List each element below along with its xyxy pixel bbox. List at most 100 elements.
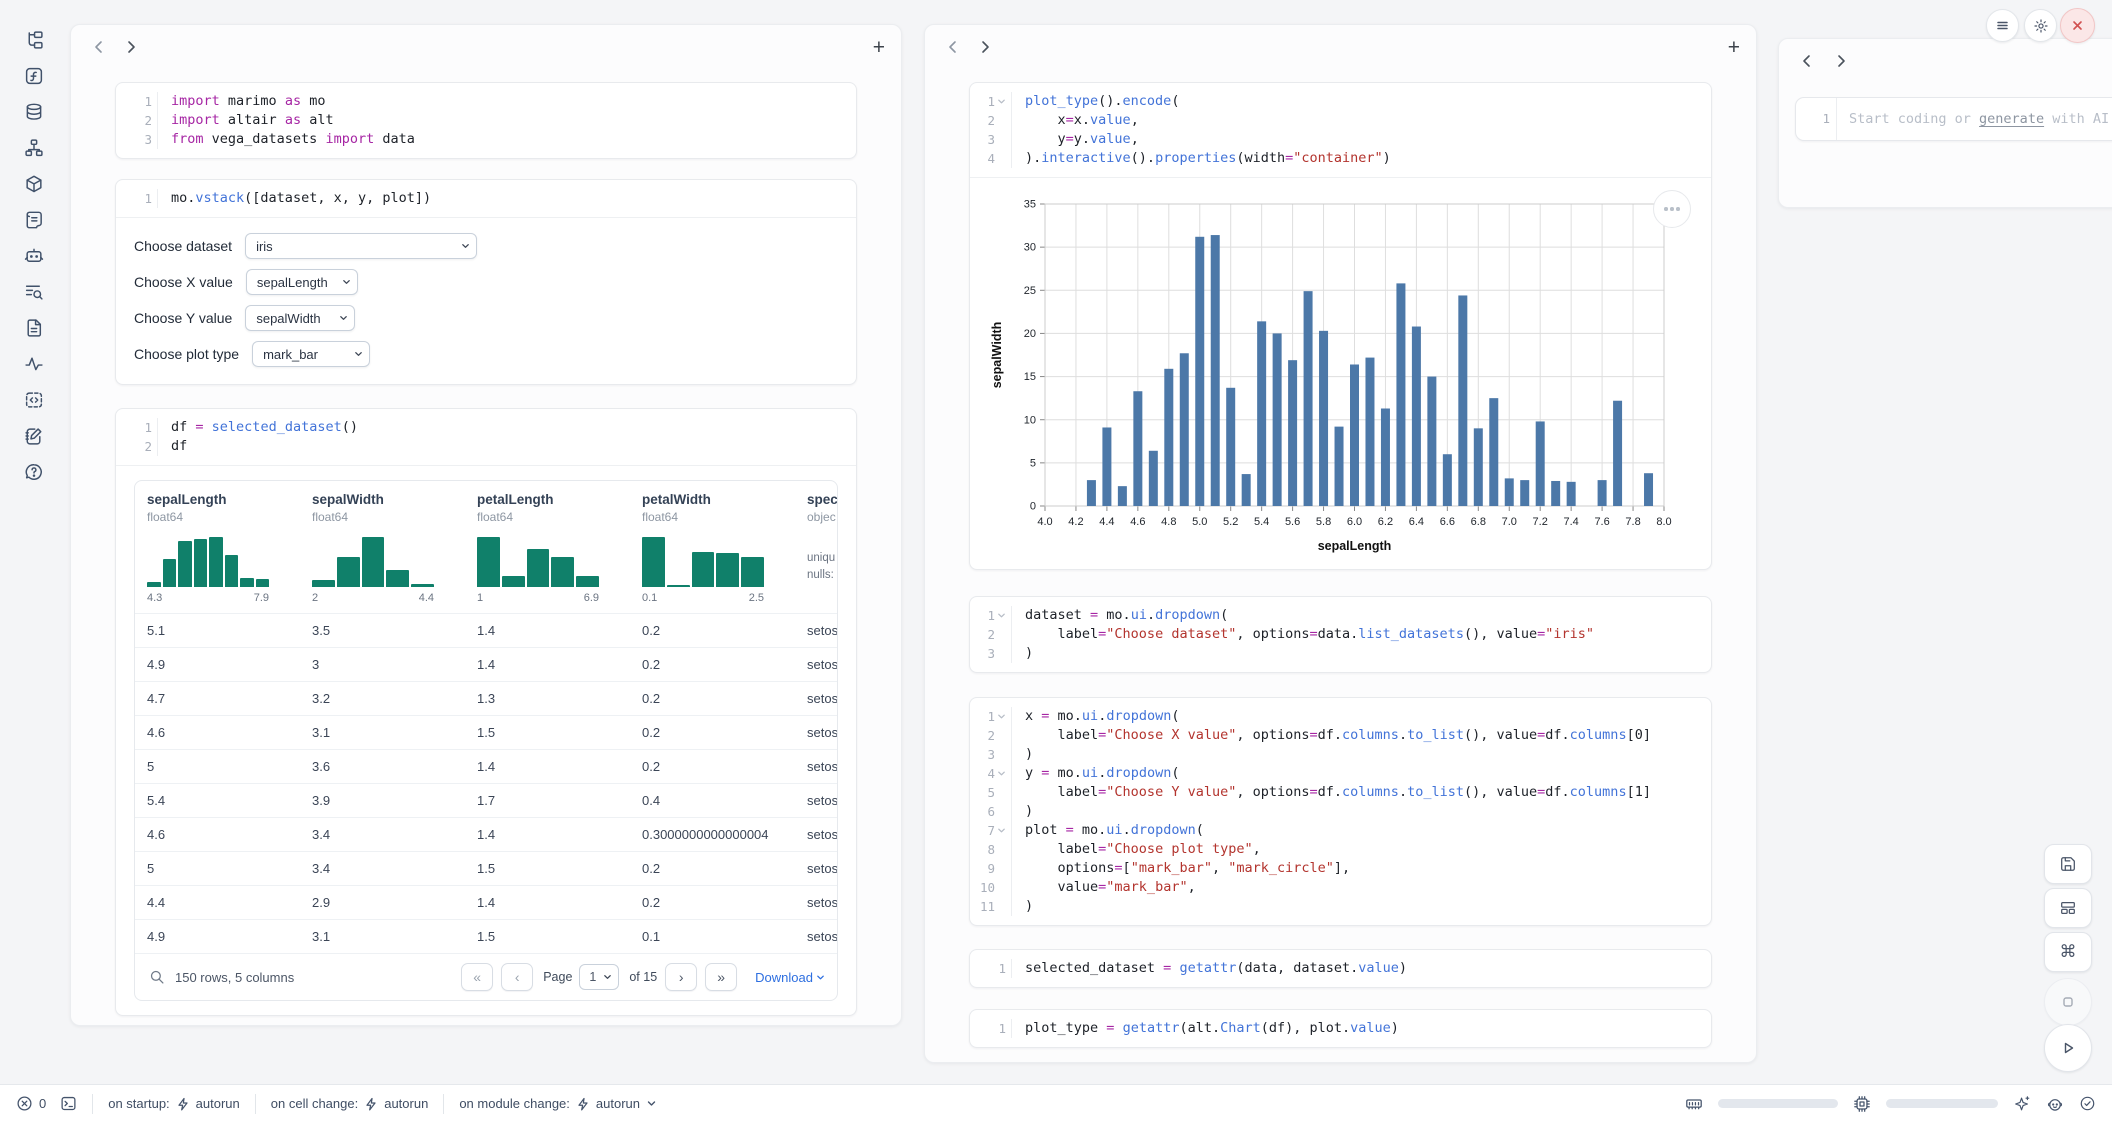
- text-search-icon[interactable]: [24, 282, 44, 302]
- code-cell-selected-dataset[interactable]: 1selected_dataset = getattr(data, datase…: [969, 949, 1712, 988]
- code-cell-vstack[interactable]: 1mo.vstack([dataset, x, y, plot]) Choose…: [115, 179, 857, 385]
- connection-check-icon[interactable]: [2079, 1095, 2096, 1112]
- menu-button[interactable]: [1986, 9, 2019, 42]
- code-line[interactable]: 3 y=y.value,: [970, 130, 1711, 149]
- code-line[interactable]: 7plot = mo.ui.dropdown(: [970, 821, 1711, 840]
- run-button[interactable]: [2044, 1024, 2092, 1072]
- scratchpad-notebook-icon[interactable]: [24, 426, 44, 446]
- layout-button[interactable]: [2044, 888, 2092, 928]
- on-startup-setting[interactable]: on startup: autorun: [108, 1096, 240, 1111]
- column-histogram[interactable]: [642, 535, 764, 587]
- code-line[interactable]: 1import marimo as mo: [116, 92, 856, 111]
- chevron-left-icon[interactable]: [87, 35, 111, 59]
- code-line[interactable]: 10 value="mark_bar",: [970, 878, 1711, 897]
- code-line[interactable]: 2 label="Choose X value", options=df.col…: [970, 726, 1711, 745]
- documentation-icon[interactable]: [24, 318, 44, 338]
- dropdown-select[interactable]: sepalWidth: [245, 305, 355, 331]
- on-module-change-setting[interactable]: on module change: autorun: [459, 1096, 657, 1111]
- code-cell-dataset-dropdown[interactable]: 1dataset = mo.ui.dropdown(2 label="Choos…: [969, 596, 1712, 673]
- on-cell-change-setting[interactable]: on cell change: autorun: [271, 1096, 429, 1111]
- chat-bot-icon[interactable]: [24, 246, 44, 266]
- code-line[interactable]: 4y = mo.ui.dropdown(: [970, 764, 1711, 783]
- download-button[interactable]: Download: [755, 970, 825, 985]
- database-icon[interactable]: [24, 102, 44, 122]
- chevron-left-icon[interactable]: [941, 35, 965, 59]
- table-row[interactable]: 53.61.40.2setos: [135, 749, 837, 783]
- code-line[interactable]: 9 options=["mark_bar", "mark_circle"],: [970, 859, 1711, 878]
- table-row[interactable]: 4.63.41.40.3000000000000004setos: [135, 817, 837, 851]
- column-name[interactable]: sepalWidth: [312, 492, 453, 507]
- ai-sparkles-icon[interactable]: [2013, 1095, 2031, 1113]
- code-line[interactable]: 2 label="Choose dataset", options=data.l…: [970, 625, 1711, 644]
- save-button[interactable]: [2044, 844, 2092, 884]
- column-histogram[interactable]: [147, 535, 269, 587]
- code-cell-imports[interactable]: 1import marimo as mo2import altair as al…: [115, 82, 857, 159]
- code-line[interactable]: 2 x=x.value,: [970, 111, 1711, 130]
- add-cell-button[interactable]: +: [1728, 37, 1740, 58]
- code-line[interactable]: 2import altair as alt: [116, 111, 856, 130]
- code-line[interactable]: 8 label="Choose plot type",: [970, 840, 1711, 859]
- table-row[interactable]: 4.931.40.2setos: [135, 647, 837, 681]
- table-row[interactable]: 53.41.50.2setos: [135, 851, 837, 885]
- code-line[interactable]: 3): [970, 745, 1711, 764]
- dependency-graph-icon[interactable]: [24, 138, 44, 158]
- code-line[interactable]: 1df = selected_dataset(): [116, 418, 856, 437]
- table-row[interactable]: 4.73.21.30.2setos: [135, 681, 837, 715]
- dropdown-select[interactable]: mark_bar: [252, 341, 370, 367]
- settings-gear-button[interactable]: [2024, 9, 2057, 42]
- table-row[interactable]: 5.13.51.40.2setos: [135, 613, 837, 647]
- table-row[interactable]: 4.63.11.50.2setos: [135, 715, 837, 749]
- code-cell-dataframe[interactable]: 1df = selected_dataset()2df sepalLengthf…: [115, 408, 857, 1016]
- prev-page-button[interactable]: ‹: [501, 963, 533, 991]
- cpu-usage-bar[interactable]: [1886, 1099, 1998, 1108]
- code-line[interactable]: 6): [970, 802, 1711, 821]
- logs-scroll-icon[interactable]: [24, 210, 44, 230]
- empty-code-cell[interactable]: 1 Start coding or generate with AI: [1795, 97, 2112, 141]
- table-row[interactable]: 4.93.11.50.1setos: [135, 919, 837, 953]
- help-icon[interactable]: [24, 462, 44, 482]
- code-line[interactable]: 1plot_type().encode(: [970, 92, 1711, 111]
- code-line[interactable]: 1plot_type = getattr(alt.Chart(df), plot…: [970, 1019, 1711, 1038]
- chevron-left-icon[interactable]: [1795, 49, 1819, 73]
- code-line[interactable]: 1selected_dataset = getattr(data, datase…: [970, 959, 1711, 978]
- chevron-right-icon[interactable]: [973, 35, 997, 59]
- memory-usage-bar[interactable]: [1718, 1099, 1838, 1108]
- code-line[interactable]: 11): [970, 897, 1711, 916]
- tracing-activity-icon[interactable]: [24, 354, 44, 374]
- column-histogram[interactable]: [477, 535, 599, 587]
- add-cell-button[interactable]: +: [873, 37, 885, 58]
- function-square-icon[interactable]: [24, 66, 44, 86]
- column-histogram[interactable]: [312, 535, 434, 587]
- page-select[interactable]: 1: [579, 964, 619, 990]
- file-tree-icon[interactable]: [24, 30, 44, 50]
- package-icon[interactable]: [24, 174, 44, 194]
- table-row[interactable]: 4.42.91.40.2setos: [135, 885, 837, 919]
- code-line[interactable]: 1dataset = mo.ui.dropdown(: [970, 606, 1711, 625]
- code-line[interactable]: 3): [970, 644, 1711, 663]
- code-cell-plot-type[interactable]: 1plot_type = getattr(alt.Chart(df), plot…: [969, 1009, 1712, 1048]
- next-page-button[interactable]: ›: [665, 963, 697, 991]
- search-icon[interactable]: [149, 969, 165, 985]
- last-page-button[interactable]: »: [705, 963, 737, 991]
- code-line[interactable]: 3from vega_datasets import data: [116, 130, 856, 149]
- dropdown-select[interactable]: iris: [245, 233, 477, 259]
- column-name[interactable]: sepalLength: [147, 492, 288, 507]
- first-page-button[interactable]: «: [461, 963, 493, 991]
- code-line[interactable]: 2df: [116, 437, 856, 456]
- chevron-right-icon[interactable]: [119, 35, 143, 59]
- terminal-button[interactable]: [60, 1095, 77, 1112]
- code-line[interactable]: 4).interactive().properties(width="conta…: [970, 149, 1711, 168]
- column-name[interactable]: petalWidth: [642, 492, 783, 507]
- code-cell-xy-plot-dropdowns[interactable]: 1x = mo.ui.dropdown(2 label="Choose X va…: [969, 697, 1712, 926]
- dropdown-select[interactable]: sepalLength: [246, 269, 358, 295]
- close-button[interactable]: [2060, 8, 2095, 43]
- code-line[interactable]: 1x = mo.ui.dropdown(: [970, 707, 1711, 726]
- code-line[interactable]: 1mo.vstack([dataset, x, y, plot]): [116, 189, 856, 208]
- table-row[interactable]: 5.43.91.70.4setos: [135, 783, 837, 817]
- code-line[interactable]: 5 label="Choose Y value", options=df.col…: [970, 783, 1711, 802]
- snippets-icon[interactable]: [24, 390, 44, 410]
- generate-link[interactable]: generate: [1979, 111, 2044, 127]
- bot-icon[interactable]: [2046, 1095, 2064, 1113]
- code-cell-plot[interactable]: 1plot_type().encode(2 x=x.value,3 y=y.va…: [969, 82, 1712, 570]
- column-name[interactable]: speci: [807, 492, 825, 507]
